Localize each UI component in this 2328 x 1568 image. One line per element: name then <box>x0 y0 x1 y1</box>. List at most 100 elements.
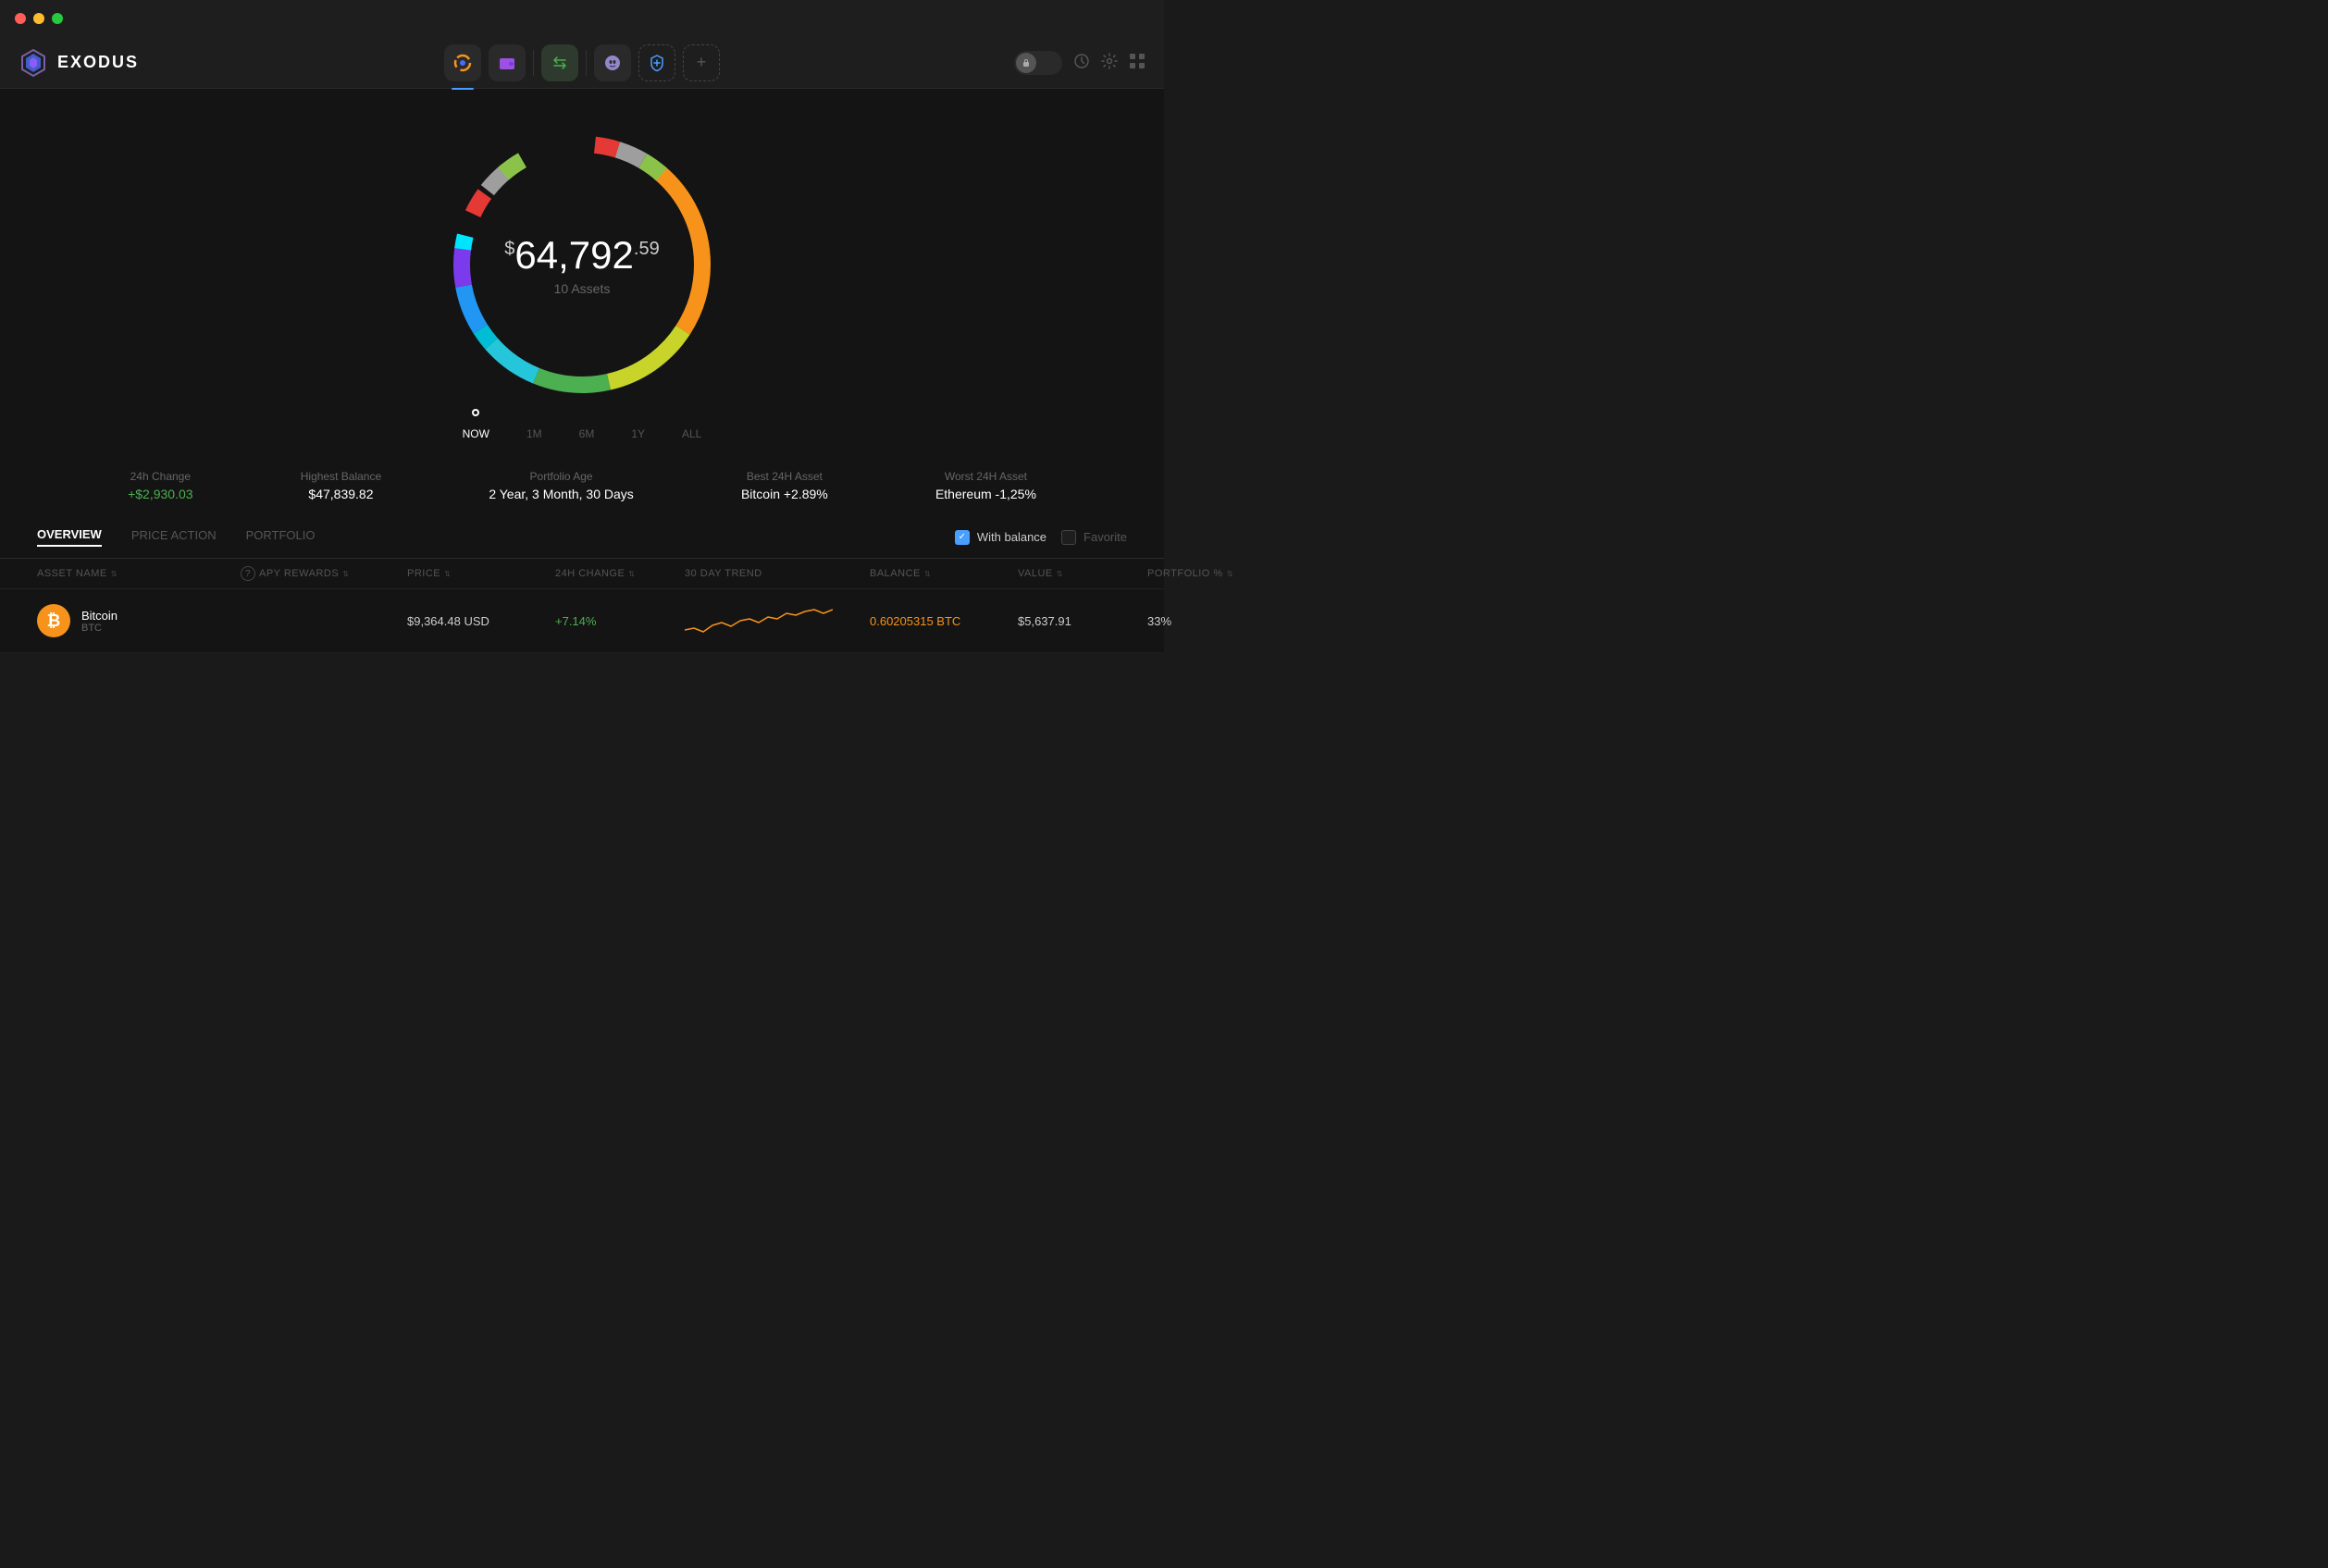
chart-area: $ 64,792 .59 10 Assets NOW 1M 6M 1Y <box>0 107 1164 516</box>
balance-cell-btc: 0.60205315 BTC <box>870 614 1018 628</box>
lock-toggle[interactable] <box>1014 51 1062 75</box>
tab-overview[interactable]: OVERVIEW <box>37 527 102 547</box>
col-value[interactable]: VALUE ⇅ <box>1018 566 1147 581</box>
sort-icon-change: ⇅ <box>628 570 635 578</box>
sort-icon-asset: ⇅ <box>111 570 118 578</box>
timeline-1y[interactable]: 1Y <box>631 427 645 440</box>
col-balance[interactable]: BALANCE ⇅ <box>870 566 1018 581</box>
maximize-dot[interactable] <box>52 13 63 24</box>
tab-filters: ✓ With balance Favorite <box>955 530 1127 545</box>
donut-center: $ 64,792 .59 10 Assets <box>504 233 659 296</box>
table-row[interactable]: ₿ Bitcoin BTC $9,364.48 USD +7.14% 0.602… <box>0 589 1164 653</box>
nav-phantom-btn[interactable] <box>594 44 631 81</box>
tab-price-action[interactable]: PRICE ACTION <box>131 528 217 546</box>
timeline: NOW 1M 6M 1Y ALL <box>463 427 702 440</box>
stat-24h-change: 24h Change +$2,930.03 <box>128 470 192 501</box>
value-cell-btc: $5,637.91 <box>1018 614 1147 628</box>
lock-knob <box>1016 53 1036 73</box>
stat-worst-asset: Worst 24H Asset Ethereum -1,25% <box>935 470 1036 501</box>
sort-icon-price: ⇅ <box>444 570 451 578</box>
portfolio-main-amount: 64,792 <box>514 233 633 278</box>
settings-icon <box>1101 53 1118 69</box>
table-header: ASSET NAME ⇅ ? APY REWARDS ⇅ PRICE ⇅ 24H… <box>0 559 1164 589</box>
portfolio-amount: $ 64,792 .59 <box>504 233 659 278</box>
tabs-row: OVERVIEW PRICE ACTION PORTFOLIO ✓ With b… <box>0 516 1164 559</box>
main-content: $ 64,792 .59 10 Assets NOW 1M 6M 1Y <box>0 89 1164 653</box>
plus-icon: + <box>697 53 707 72</box>
stat-24h-change-label: 24h Change <box>128 470 192 483</box>
sort-icon-value: ⇅ <box>1057 570 1063 578</box>
nav-divider2 <box>586 50 587 76</box>
stat-portfolio-age-value: 2 Year, 3 Month, 30 Days <box>489 487 633 501</box>
nav-add-btn[interactable]: + <box>683 44 720 81</box>
lock-icon <box>1022 58 1031 68</box>
history-btn[interactable] <box>1073 53 1090 72</box>
exodus-logo-icon <box>19 48 48 78</box>
settings-btn[interactable] <box>1101 53 1118 72</box>
stat-portfolio-age-label: Portfolio Age <box>489 470 633 483</box>
grid-btn[interactable] <box>1129 53 1145 72</box>
logo-area: EXODUS <box>19 48 204 78</box>
with-balance-label: With balance <box>977 530 1046 544</box>
nav-right <box>960 51 1145 75</box>
timeline-6m[interactable]: 6M <box>579 427 595 440</box>
favorite-checkbox[interactable] <box>1061 530 1076 545</box>
with-balance-checkbox[interactable]: ✓ <box>955 530 970 545</box>
asset-name-btc: Bitcoin <box>81 609 118 623</box>
col-portfolio-pct[interactable]: PORTFOLIO % ⇅ <box>1147 566 1240 581</box>
portfolio-assets-count: 10 Assets <box>504 281 659 296</box>
stats-row: 24h Change +$2,930.03 Highest Balance $4… <box>0 455 1164 516</box>
sort-icon-apy: ⇅ <box>342 570 349 578</box>
timeline-now[interactable]: NOW <box>463 427 489 440</box>
phantom-icon <box>603 54 622 72</box>
history-icon <box>1073 53 1090 69</box>
grid-icon <box>1129 53 1145 69</box>
nav-exchange-btn[interactable] <box>541 44 578 81</box>
nav-wallet-btn[interactable] <box>489 44 526 81</box>
wallet-icon <box>498 54 516 72</box>
stat-24h-change-value: +$2,930.03 <box>128 487 192 501</box>
minimize-dot[interactable] <box>33 13 44 24</box>
change-cell-btc: +7.14% <box>555 614 685 628</box>
logo-text: EXODUS <box>57 53 139 72</box>
shield-plus-icon <box>648 54 666 72</box>
trend-cell-btc <box>685 602 833 639</box>
price-cell-btc: $9,364.48 USD <box>407 614 555 628</box>
favorite-label: Favorite <box>1084 530 1127 544</box>
nav-center: + <box>204 44 960 81</box>
asset-cell-btc: ₿ Bitcoin BTC <box>37 604 241 637</box>
topnav: EXODUS <box>0 37 1164 89</box>
close-dot[interactable] <box>15 13 26 24</box>
stat-worst-asset-value: Ethereum -1,25% <box>935 487 1036 501</box>
favorite-toggle[interactable]: Favorite <box>1061 530 1127 545</box>
stat-worst-asset-label: Worst 24H Asset <box>935 470 1036 483</box>
nav-divider <box>533 50 534 76</box>
with-balance-toggle[interactable]: ✓ With balance <box>955 530 1046 545</box>
stat-highest-balance-value: $47,839.82 <box>301 487 381 501</box>
dollar-sign: $ <box>504 239 514 260</box>
nav-portfolio-btn[interactable] <box>444 44 481 81</box>
col-apy-rewards[interactable]: ? APY REWARDS ⇅ <box>241 566 407 581</box>
portfolio-cents: .59 <box>634 239 660 260</box>
btc-icon: ₿ <box>37 604 70 637</box>
timeline-all[interactable]: ALL <box>682 427 701 440</box>
stat-portfolio-age: Portfolio Age 2 Year, 3 Month, 30 Days <box>489 470 633 501</box>
col-30day-trend: 30 DAY TREND <box>685 566 870 581</box>
col-price[interactable]: PRICE ⇅ <box>407 566 555 581</box>
sparkline-btc <box>685 602 833 639</box>
asset-symbol-btc: BTC <box>81 623 118 634</box>
nav-shield-btn[interactable] <box>638 44 675 81</box>
exchange-icon <box>551 54 569 72</box>
asset-names-btc: Bitcoin BTC <box>81 609 118 634</box>
timeline-1m[interactable]: 1M <box>526 427 542 440</box>
col-24h-change[interactable]: 24H CHANGE ⇅ <box>555 566 685 581</box>
tab-portfolio[interactable]: PORTFOLIO <box>246 528 316 546</box>
donut-chart: $ 64,792 .59 10 Assets <box>434 117 730 413</box>
timeline-dot <box>472 409 479 416</box>
portfolio-cell-btc: 33% <box>1147 614 1240 628</box>
stat-best-asset-value: Bitcoin +2.89% <box>741 487 828 501</box>
apy-info-icon[interactable]: ? <box>241 566 255 581</box>
sort-icon-balance: ⇅ <box>924 570 931 578</box>
stat-highest-balance: Highest Balance $47,839.82 <box>301 470 381 501</box>
col-asset-name[interactable]: ASSET NAME ⇅ <box>37 566 241 581</box>
